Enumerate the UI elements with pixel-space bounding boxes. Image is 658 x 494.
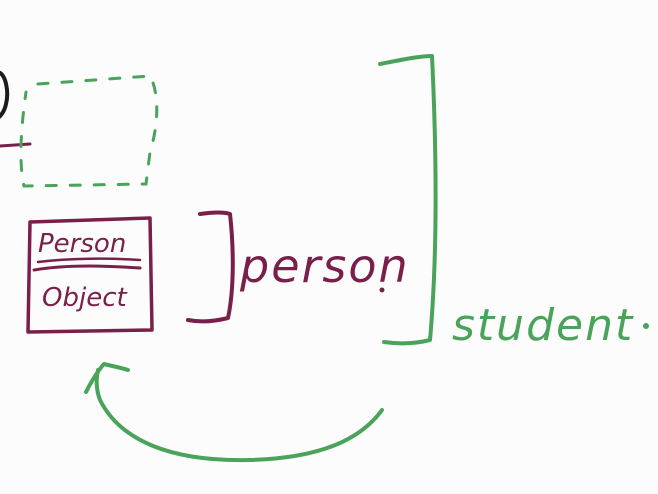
student-label: student [452, 300, 634, 351]
maroon-connector-line [0, 142, 32, 148]
box-top-label: Person [38, 229, 126, 259]
diagram-drawing: Person Object person student [0, 54, 649, 463]
partial-circle-left [0, 70, 10, 120]
arrow-head [84, 362, 130, 394]
student-bracket [378, 54, 438, 346]
dashed-placeholder-box [19, 74, 159, 188]
curved-return-arrow [94, 368, 384, 463]
box-top-underline [36, 257, 142, 264]
box-divider-line [32, 264, 142, 272]
person-period-dot [379, 287, 385, 293]
whiteboard-canvas: Person Object person student [0, 0, 658, 494]
box-bottom-label: Object [42, 283, 127, 313]
person-bracket [186, 210, 235, 324]
student-period-dot [643, 323, 649, 329]
person-label: person [239, 239, 410, 293]
